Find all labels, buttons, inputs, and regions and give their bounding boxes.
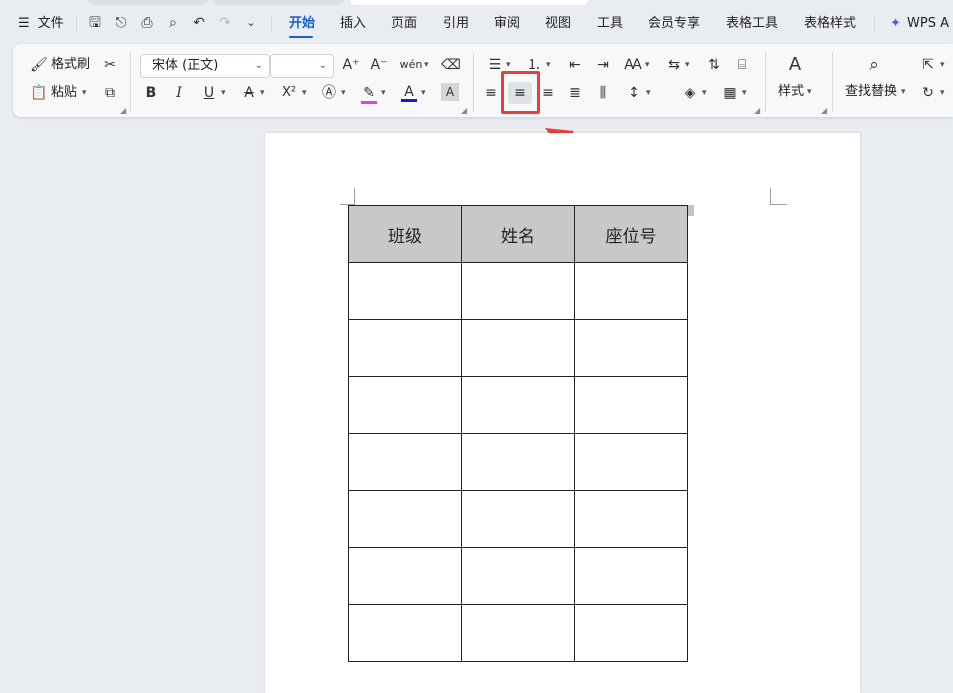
table-cell[interactable] [461,319,575,377]
table-row [348,262,688,320]
table-cell[interactable] [348,433,462,491]
table-cell[interactable] [348,376,462,434]
table-cell[interactable] [461,262,575,320]
table-header-cell[interactable]: 班级 [348,205,462,263]
table-row [348,604,688,662]
table-cell[interactable] [574,376,688,434]
table-cell[interactable] [348,490,462,548]
table-header-cell[interactable]: 座位号 [574,205,688,263]
table-row [348,433,688,491]
table-cell[interactable] [461,433,575,491]
table-row [348,490,688,548]
table-cell[interactable] [461,490,575,548]
table-cell[interactable] [574,490,688,548]
table-cell[interactable] [348,262,462,320]
table-row [348,376,688,434]
table-cell[interactable] [574,262,688,320]
table-cell[interactable] [348,319,462,377]
table-cell[interactable] [574,604,688,662]
document-table[interactable]: 班级 姓名 座位号 [348,205,688,662]
table-row [348,547,688,605]
table-row [348,319,688,377]
table-cell[interactable] [461,376,575,434]
table-resize-handle[interactable] [688,205,694,216]
table-header-row: 班级 姓名 座位号 [348,205,688,263]
margin-corner-mark [340,188,355,205]
margin-corner-mark [770,188,787,205]
table-cell[interactable] [461,547,575,605]
table-header-cell[interactable]: 姓名 [461,205,575,263]
table-cell[interactable] [574,319,688,377]
table-cell[interactable] [348,604,462,662]
table-cell[interactable] [348,547,462,605]
table-cell[interactable] [461,604,575,662]
table-cell[interactable] [574,433,688,491]
table-cell[interactable] [574,547,688,605]
